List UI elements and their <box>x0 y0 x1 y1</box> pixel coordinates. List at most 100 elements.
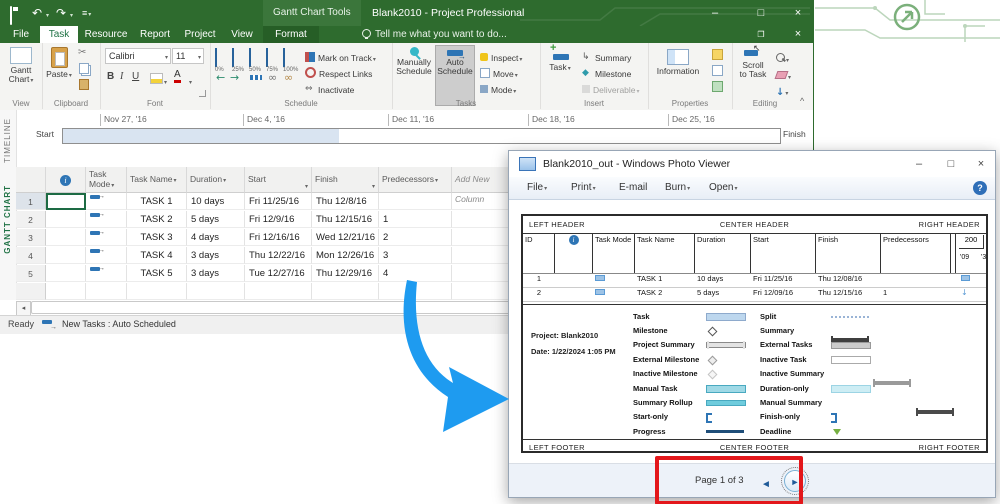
information-button[interactable]: Information <box>650 49 706 76</box>
tab-file[interactable]: File <box>4 26 38 43</box>
indent-task-icon[interactable]: → <box>230 71 239 84</box>
header-finish[interactable]: Finish <box>312 167 379 193</box>
row-number[interactable]: 5 <box>16 265 46 282</box>
tab-format[interactable]: Format <box>263 26 319 43</box>
doc-restore-icon[interactable]: ❐ <box>748 26 774 43</box>
help-icon[interactable]: ? <box>973 181 987 195</box>
empty-cell[interactable] <box>127 283 187 300</box>
predecessors-cell[interactable] <box>379 193 452 210</box>
split-task-icon[interactable] <box>250 75 262 80</box>
cut-icon[interactable]: ✂ <box>78 47 86 58</box>
task-mode-cell[interactable] <box>86 265 127 282</box>
empty-cell[interactable] <box>86 283 127 300</box>
minimize-button[interactable]: – <box>905 151 933 177</box>
header-task-mode[interactable]: Task Mode <box>86 167 127 193</box>
task-name-cell[interactable]: TASK 2 <box>127 211 187 228</box>
font-family-combo[interactable]: Calibri <box>105 48 171 64</box>
finish-cell[interactable]: Thu 12/29/16 <box>312 265 379 282</box>
gantt-chart-view-button[interactable]: Gantt Chart <box>2 47 40 86</box>
percent-75-button[interactable]: 75% <box>266 49 278 73</box>
empty-cell[interactable] <box>245 283 312 300</box>
info-cell[interactable] <box>46 265 86 282</box>
filter-dropdown-icon[interactable] <box>110 179 114 189</box>
empty-cell[interactable] <box>46 283 86 300</box>
predecessors-cell[interactable]: 1 <box>379 211 452 228</box>
task-name-cell[interactable]: TASK 4 <box>127 247 187 264</box>
bold-button[interactable]: B <box>107 71 114 82</box>
unlink-tasks-icon[interactable]: ∞ <box>284 71 293 84</box>
duration-cell[interactable]: 10 days <box>187 193 245 210</box>
quick-access-customize-icon[interactable]: ≡ <box>82 0 91 28</box>
undo-dropdown-icon[interactable] <box>45 0 49 29</box>
empty-cell[interactable] <box>452 247 510 264</box>
save-icon[interactable] <box>10 6 12 25</box>
duration-cell[interactable]: 3 days <box>187 265 245 282</box>
gantt-pane-strip[interactable]: GANTT CHART <box>0 167 17 300</box>
percent-100-button[interactable]: 100% <box>283 49 298 73</box>
duration-cell[interactable]: 4 days <box>187 229 245 246</box>
start-cell[interactable]: Fri 12/16/16 <box>245 229 312 246</box>
task-mode-cell[interactable] <box>86 193 127 210</box>
task-mode-cell[interactable] <box>86 229 127 246</box>
manually-schedule-button[interactable]: Manually Schedule <box>394 47 434 76</box>
menu-open[interactable]: Open <box>709 177 737 199</box>
row-number[interactable]: 2 <box>16 211 46 228</box>
timeline-pane-strip[interactable]: TIMELINE <box>0 110 17 167</box>
task-mode-cell[interactable] <box>86 247 127 264</box>
filter-dropdown-icon[interactable] <box>173 174 177 184</box>
finish-cell[interactable]: Mon 12/26/16 <box>312 247 379 264</box>
filter-dropdown-icon[interactable] <box>222 174 226 184</box>
timeline-bar[interactable] <box>62 128 781 144</box>
duration-cell[interactable]: 5 days <box>187 211 245 228</box>
predecessors-cell[interactable]: 2 <box>379 229 452 246</box>
row-number[interactable]: 1 <box>16 193 46 210</box>
inactivate-button[interactable]: ⇔Inactivate <box>305 80 354 98</box>
menu-file[interactable]: File <box>527 177 547 199</box>
header-predecessors[interactable]: Predecessors <box>379 167 452 193</box>
doc-close-icon[interactable]: × <box>785 26 811 43</box>
collapse-ribbon-icon[interactable] <box>800 91 804 109</box>
empty-cell[interactable] <box>452 229 510 246</box>
maximize-button[interactable]: □ <box>937 151 965 177</box>
copy-icon[interactable] <box>79 63 89 74</box>
scroll-left-icon[interactable]: ◂ <box>16 301 31 316</box>
percent-0-button[interactable]: 0% <box>215 49 224 73</box>
tell-me-box[interactable]: Tell me what you want to do... <box>362 26 507 43</box>
finish-cell[interactable]: Thu 12/15/16 <box>312 211 379 228</box>
notes-icon[interactable] <box>712 49 723 60</box>
italic-button[interactable]: I <box>120 71 123 82</box>
finish-cell[interactable]: Wed 12/21/16 <box>312 229 379 246</box>
info-cell-selected[interactable] <box>46 193 86 210</box>
tab-project[interactable]: Project <box>178 26 222 43</box>
details-icon[interactable] <box>712 65 723 76</box>
start-cell[interactable]: Fri 11/25/16 <box>245 193 312 210</box>
font-color-dropdown-icon[interactable] <box>188 71 192 89</box>
start-cell[interactable]: Tue 12/27/16 <box>245 265 312 282</box>
tab-report[interactable]: Report <box>134 26 176 43</box>
paste-button[interactable]: Paste <box>46 47 72 81</box>
tab-resource[interactable]: Resource <box>80 26 132 43</box>
auto-schedule-button[interactable]: Auto Schedule <box>435 45 475 106</box>
header-task-name[interactable]: Task Name <box>127 167 187 193</box>
redo-icon[interactable] <box>56 0 66 26</box>
empty-cell[interactable] <box>452 211 510 228</box>
tab-task[interactable]: Task <box>40 26 78 43</box>
format-painter-icon[interactable] <box>79 79 89 90</box>
info-cell[interactable] <box>46 229 86 246</box>
task-name-cell[interactable]: TASK 5 <box>127 265 187 282</box>
fill-button[interactable]: ↓ <box>776 82 788 100</box>
insert-deliverable-button[interactable]: Deliverable <box>582 80 640 98</box>
find-button[interactable] <box>776 49 789 67</box>
empty-cell[interactable] <box>187 283 245 300</box>
redo-dropdown-icon[interactable] <box>69 0 73 29</box>
close-button[interactable]: × <box>785 0 811 26</box>
empty-cell[interactable] <box>452 193 510 210</box>
start-cell[interactable]: Fri 12/9/16 <box>245 211 312 228</box>
mode-button[interactable]: Mode <box>480 80 516 98</box>
outdent-task-icon[interactable]: ← <box>216 71 225 84</box>
empty-cell[interactable] <box>312 283 379 300</box>
task-mode-cell[interactable] <box>86 211 127 228</box>
task-name-cell[interactable]: TASK 3 <box>127 229 187 246</box>
filter-dropdown-icon[interactable] <box>434 174 438 184</box>
menu-email[interactable]: E-mail <box>619 177 647 199</box>
